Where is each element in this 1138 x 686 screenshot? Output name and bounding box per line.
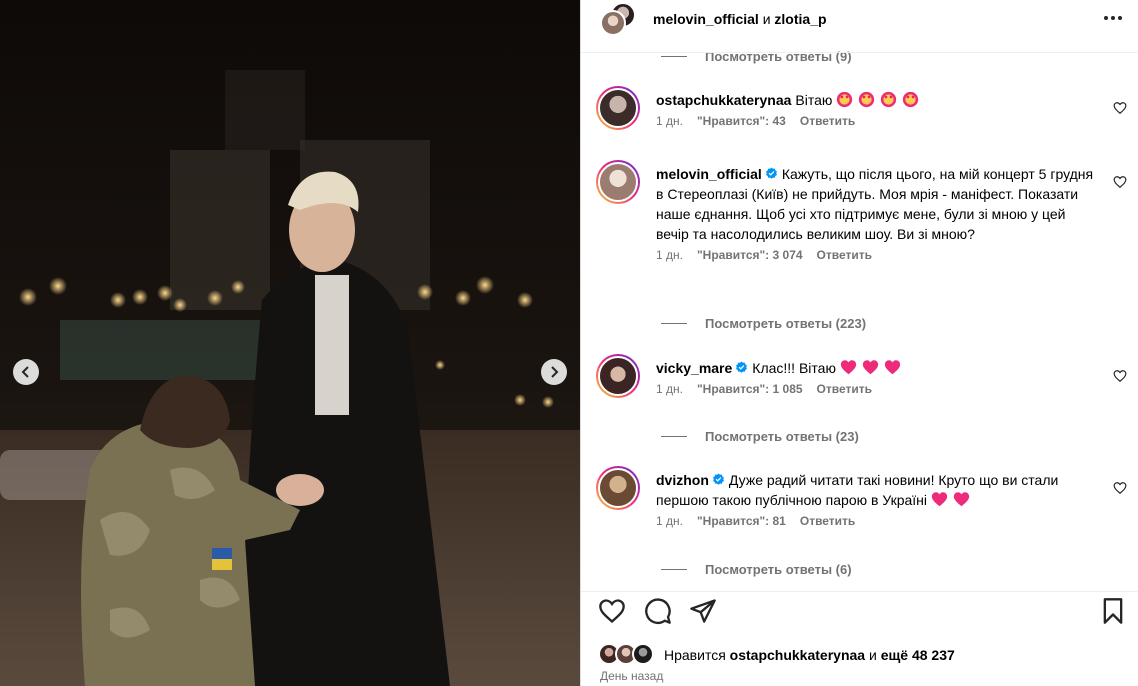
likes-joiner: и [868, 647, 877, 663]
post-authors: melovin_official и zlotia_p [653, 11, 827, 27]
verified-badge-icon [765, 167, 777, 179]
view-replies-button[interactable]: Посмотреть ответы (6) [661, 562, 852, 577]
comment-heart-icon[interactable] [1113, 481, 1127, 495]
likes-prefix: Нравится [664, 647, 726, 663]
comment-meta: 1 дн. "Нравится": 43 Ответить [656, 113, 1096, 129]
author-joiner: и [762, 11, 771, 27]
heart-icon[interactable] [598, 597, 626, 625]
post-photo[interactable] [0, 0, 580, 686]
view-replies-button[interactable]: Посмотреть ответы (23) [661, 429, 859, 444]
heart-eyes-emoji-icon [881, 91, 897, 108]
comment-heart-icon[interactable] [1113, 369, 1127, 383]
comment-text: dvizhon Дуже радий читати такі новини! Кр… [656, 470, 1096, 510]
likes-count[interactable]: ещё 48 237 [881, 647, 955, 663]
comment-username[interactable]: ostapchukkaterynaa [656, 92, 791, 108]
previous-photo-button[interactable] [13, 359, 39, 385]
avatar[interactable] [596, 354, 640, 398]
comment-time: 1 дн. [656, 382, 683, 396]
liker-avatars [598, 643, 658, 667]
author-link[interactable]: zlotia_p [774, 11, 826, 27]
comment-heart-icon[interactable] [1113, 175, 1127, 189]
bookmark-icon[interactable] [1099, 597, 1127, 625]
pink-heart-emoji-icon [953, 492, 970, 507]
comment-heart-icon[interactable] [1113, 101, 1127, 115]
heart-eyes-emoji-icon [903, 91, 919, 108]
pink-heart-emoji-icon [840, 360, 857, 375]
comment-likes[interactable]: "Нравится": 3 074 [697, 247, 803, 263]
view-replies-button[interactable]: Посмотреть ответы (223) [661, 316, 866, 331]
post-side-panel: melovin_official и zlotia_p Посмотреть о… [580, 0, 1138, 686]
avatar [632, 643, 654, 665]
comment-username[interactable]: dvizhon [656, 472, 709, 488]
comment-likes[interactable]: "Нравится": 81 [697, 513, 786, 529]
comment-time: 1 дн. [656, 114, 683, 128]
reply-button[interactable]: Ответить [817, 381, 872, 397]
view-replies-label: Посмотреть ответы (23) [705, 429, 859, 444]
paper-plane-icon[interactable] [689, 597, 717, 625]
comment-likes[interactable]: "Нравится": 1 085 [697, 381, 803, 397]
comment-meta: 1 дн. "Нравится": 3 074 Ответить [656, 247, 1096, 263]
heart-eyes-emoji-icon [859, 91, 875, 108]
heart-eyes-emoji-icon [837, 91, 853, 108]
comment-text: ostapchukkaterynaa Вітаю [656, 90, 1096, 110]
verified-badge-icon [736, 361, 748, 373]
comment-meta: 1 дн. "Нравится": 1 085 Ответить [656, 381, 1096, 397]
avatar [600, 10, 626, 36]
post-actions-footer: Нравится ostapchukkaterynaa и ещё 48 237… [581, 591, 1138, 686]
comment-likes[interactable]: "Нравится": 43 [697, 113, 786, 129]
comment-meta: 1 дн. "Нравится": 81 Ответить [656, 513, 1096, 529]
avatar[interactable] [596, 86, 640, 130]
avatar[interactable] [596, 466, 640, 510]
comments-list[interactable]: Посмотреть ответы (9) ostapchukkaterynaa… [581, 38, 1138, 591]
likes-summary[interactable]: Нравится ostapchukkaterynaa и ещё 48 237 [598, 643, 955, 667]
comment-time: 1 дн. [656, 514, 683, 528]
reply-button[interactable]: Ответить [800, 113, 855, 129]
more-horizontal-icon[interactable] [1101, 8, 1125, 28]
header-divider [581, 52, 1138, 53]
next-photo-button[interactable] [541, 359, 567, 385]
pink-heart-emoji-icon [931, 492, 948, 507]
author-link[interactable]: melovin_official [653, 11, 759, 27]
comment-time: 1 дн. [656, 248, 683, 262]
comment-username[interactable]: melovin_official [656, 166, 762, 182]
replies-line [661, 56, 687, 57]
pink-heart-emoji-icon [884, 360, 901, 375]
comment-icon[interactable] [644, 597, 672, 625]
comment-text: melovin_official Кажуть, що після цього, … [656, 164, 1096, 244]
comment-text: vicky_mare Клас!!! Вітаю [656, 358, 1096, 378]
chevron-right-icon [551, 366, 559, 378]
replies-line [661, 569, 687, 570]
comment-message: Клас!!! Вітаю [752, 360, 836, 376]
collab-avatars[interactable] [598, 2, 636, 38]
post-header: melovin_official и zlotia_p [581, 0, 1138, 38]
comment-username[interactable]: vicky_mare [656, 360, 732, 376]
replies-line [661, 436, 687, 437]
liker-username[interactable]: ostapchukkaterynaa [730, 647, 865, 663]
verified-badge-icon [712, 473, 724, 485]
view-replies-label: Посмотреть ответы (223) [705, 316, 867, 331]
reply-button[interactable]: Ответить [817, 247, 872, 263]
post-date[interactable]: День назад [600, 669, 663, 683]
chevron-left-icon [21, 366, 29, 378]
comment-message: Вітаю [795, 92, 833, 108]
replies-line [661, 323, 687, 324]
avatar[interactable] [596, 160, 640, 204]
post-photo-image [0, 0, 580, 686]
view-replies-label: Посмотреть ответы (6) [705, 562, 852, 577]
reply-button[interactable]: Ответить [800, 513, 855, 529]
pink-heart-emoji-icon [862, 360, 879, 375]
